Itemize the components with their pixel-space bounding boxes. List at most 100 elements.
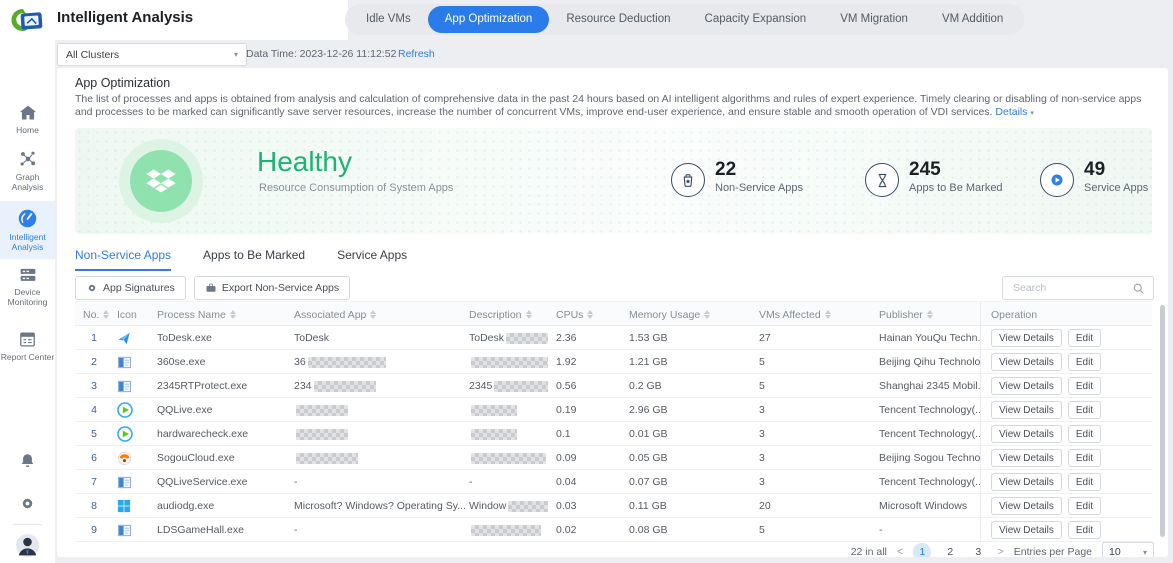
edit-button[interactable]: Edit: [1067, 401, 1102, 419]
cell-description: [465, 404, 552, 416]
app-tabs: Non-Service Apps Apps to Be Marked Servi…: [75, 248, 407, 271]
tab-capacity-expansion[interactable]: Capacity Expansion: [688, 6, 824, 33]
edit-button[interactable]: Edit: [1067, 425, 1102, 443]
redacted-block: [296, 404, 348, 416]
sidebar-item-label: Home: [16, 125, 39, 135]
edit-button[interactable]: Edit: [1067, 521, 1102, 539]
cell-cpus: 1.92: [556, 356, 577, 368]
cell-vms-affected: 3: [759, 428, 765, 440]
view-details-button[interactable]: View Details: [991, 473, 1062, 491]
cell-publisher: Tencent Technology(...: [879, 476, 980, 488]
tab-vm-migration[interactable]: VM Migration: [823, 6, 925, 33]
sidebar-item-intelligent-analysis[interactable]: Intelligent Analysis: [0, 201, 55, 259]
sort-icon[interactable]: [103, 309, 110, 320]
redacted-block: [494, 380, 548, 392]
view-details-button[interactable]: View Details: [991, 401, 1062, 419]
browser-window-icon: [113, 379, 153, 394]
sort-icon[interactable]: [704, 309, 711, 320]
cell-publisher: Microsoft Windows: [879, 500, 968, 512]
tab-resource-deduction[interactable]: Resource Deduction: [549, 6, 687, 33]
sidebar-item-device-monitoring[interactable]: Device Monitoring: [0, 266, 55, 307]
chevron-left-icon[interactable]: <: [897, 546, 903, 557]
sort-icon[interactable]: [370, 309, 377, 320]
edit-button[interactable]: Edit: [1067, 353, 1102, 371]
edit-button[interactable]: Edit: [1067, 329, 1102, 347]
toolbar: App Signatures Export Non-Service Apps: [75, 276, 351, 300]
search-input[interactable]: [1011, 281, 1132, 295]
page-3[interactable]: 3: [969, 543, 987, 557]
export-non-service-apps-button[interactable]: Export Non-Service Apps: [193, 276, 351, 300]
cell-associated-app: 36: [290, 356, 465, 368]
cell-no: 2: [91, 356, 97, 368]
page-1[interactable]: 1: [913, 543, 932, 557]
redacted-block: [506, 332, 548, 344]
bell-icon[interactable]: [0, 452, 55, 475]
sogou-icon: [113, 451, 153, 466]
app-logo-icon[interactable]: [9, 6, 45, 41]
table-row: 4 QQLive.exe 0.19 2.96 GB 3 Tencent Technolog…: [75, 398, 1152, 422]
cell-vms-affected: 3: [759, 452, 765, 464]
chevron-right-icon[interactable]: >: [997, 546, 1003, 557]
health-status-icon: [119, 139, 203, 223]
edit-button[interactable]: Edit: [1067, 377, 1102, 395]
cluster-select[interactable]: All Clusters ▾: [57, 43, 247, 66]
view-details-button[interactable]: View Details: [991, 377, 1062, 395]
view-details-button[interactable]: View Details: [991, 497, 1062, 515]
sidebar-item-report-center[interactable]: Report Center: [0, 330, 55, 362]
entries-per-page-select[interactable]: 10 ▾: [1102, 542, 1154, 557]
app-signatures-button[interactable]: App Signatures: [75, 276, 186, 300]
tab-idle-vms[interactable]: Idle VMs: [349, 6, 428, 33]
refresh-link[interactable]: Refresh: [398, 48, 435, 60]
sort-icon[interactable]: [229, 309, 236, 320]
view-details-button[interactable]: View Details: [991, 521, 1062, 539]
todesk-icon: [113, 331, 153, 346]
cell-vms-affected: 5: [759, 356, 765, 368]
tab-vm-addition[interactable]: VM Addition: [925, 6, 1020, 33]
view-details-button[interactable]: View Details: [991, 425, 1062, 443]
cell-operation: View Details Edit: [980, 326, 1152, 350]
cell-description: [465, 452, 552, 464]
sidebar-item-graph-analysis[interactable]: Graph Analysis: [0, 149, 55, 192]
page-2[interactable]: 2: [941, 543, 959, 557]
edit-button[interactable]: Edit: [1067, 497, 1102, 515]
sort-icon[interactable]: [525, 309, 532, 320]
gear-icon[interactable]: [0, 495, 55, 517]
play-green-icon: [113, 402, 153, 418]
cell-process-name: ToDesk.exe: [157, 332, 212, 344]
tab-app-optimization[interactable]: App Optimization: [427, 6, 550, 33]
sort-icon[interactable]: [926, 309, 933, 320]
cell-publisher: Beijing Qihu Technolo...: [879, 356, 980, 368]
tab-apps-to-be-marked[interactable]: Apps to Be Marked: [203, 248, 305, 271]
redacted-block: [307, 356, 386, 368]
sidebar-item-label: Graph Analysis: [11, 172, 44, 192]
tab-service-apps[interactable]: Service Apps: [337, 248, 407, 271]
cell-operation: View Details Edit: [980, 422, 1152, 446]
cell-operation: View Details Edit: [980, 494, 1152, 518]
table-row: 7 QQLiveService.exe - - 0.04 0.07 GB 3 Tencent …: [75, 470, 1152, 494]
table-row: 5 hardwarecheck.exe 0.1 0.01 GB 3 Tencent Tec…: [75, 422, 1152, 446]
search-icon[interactable]: [1132, 282, 1145, 295]
avatar[interactable]: [0, 533, 55, 563]
details-link[interactable]: Details: [995, 106, 1027, 118]
edit-button[interactable]: Edit: [1067, 449, 1102, 467]
vertical-scrollbar[interactable]: [1160, 305, 1165, 537]
cell-process-name: hardwarecheck.exe: [157, 428, 249, 440]
sort-icon[interactable]: [824, 309, 831, 320]
cell-publisher: Hainan YouQu Techn...: [879, 332, 980, 344]
view-details-button[interactable]: View Details: [991, 353, 1062, 371]
cell-description: Window: [465, 500, 552, 512]
edit-button[interactable]: Edit: [1067, 473, 1102, 491]
pagination: 22 in all < 1 2 3 > Entries per Page 10 …: [851, 542, 1154, 557]
cell-process-name: 360se.exe: [157, 356, 206, 368]
cell-description: [465, 428, 552, 440]
redacted-block: [296, 428, 348, 440]
cell-process-name: QQLiveService.exe: [157, 476, 248, 488]
view-details-button[interactable]: View Details: [991, 329, 1062, 347]
cell-vms-affected: 3: [759, 476, 765, 488]
cell-process-name: 2345RTProtect.exe: [157, 380, 248, 392]
sort-icon[interactable]: [587, 309, 594, 320]
cell-description: -: [469, 476, 473, 488]
view-details-button[interactable]: View Details: [991, 449, 1062, 467]
tab-non-service-apps[interactable]: Non-Service Apps: [75, 248, 172, 271]
sidebar-item-home[interactable]: Home: [0, 104, 55, 135]
